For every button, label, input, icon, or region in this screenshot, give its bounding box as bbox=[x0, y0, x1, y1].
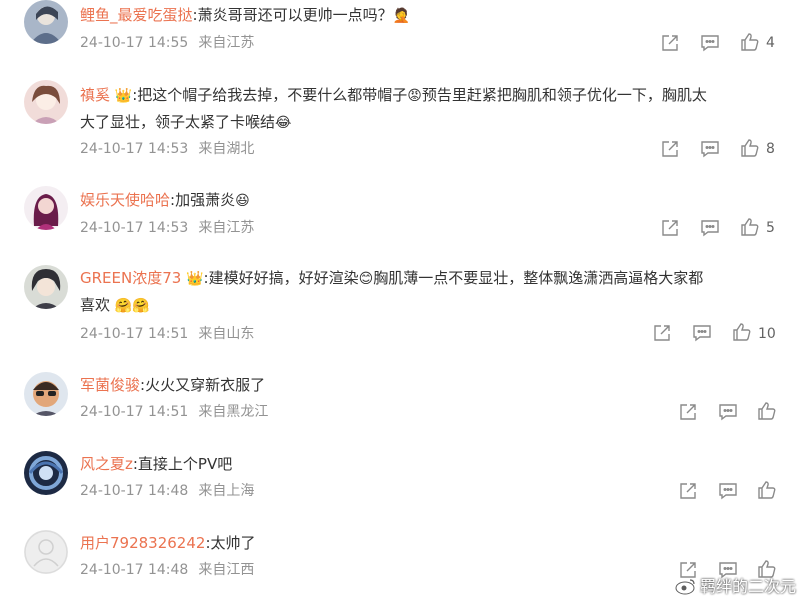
comment-text: :火火又穿新衣服了 bbox=[140, 376, 266, 394]
location: 来自江苏 bbox=[198, 35, 255, 51]
like-icon[interactable] bbox=[757, 480, 777, 500]
like-count: 5 bbox=[766, 220, 775, 236]
hug-emoji-icon: 🤗 bbox=[114, 298, 133, 314]
timestamp: 24-10-17 14:55 bbox=[80, 35, 189, 51]
laugh-cry-emoji-icon: 😂 bbox=[275, 115, 292, 131]
comment-meta: 24-10-17 14:55 来自江苏 bbox=[80, 33, 254, 53]
comment-icon[interactable] bbox=[692, 323, 712, 343]
crown-badge-icon: 👑 bbox=[114, 88, 133, 104]
comment-text: :把这个帽子给我去掉，不要什么都带帽子 bbox=[132, 86, 408, 104]
like-count: 8 bbox=[766, 141, 775, 157]
avatar[interactable] bbox=[24, 186, 68, 230]
comment-meta: 24-10-17 14:48 来自上海 bbox=[80, 481, 254, 501]
weibo-logo-icon bbox=[675, 577, 697, 595]
share-icon[interactable] bbox=[660, 218, 680, 238]
share-icon[interactable] bbox=[678, 402, 698, 422]
comment-item: 禛奚 👑:把这个帽子给我去掉，不要什么都带帽子😡预告里赶紧把胸肌和领子优化一下，… bbox=[0, 78, 804, 168]
avatar[interactable] bbox=[24, 0, 68, 44]
comment-text: 预告里赶紧把胸肌和领子优化一下，胸肌太 bbox=[421, 86, 707, 104]
like-icon[interactable] bbox=[757, 401, 777, 421]
location: 来自江西 bbox=[198, 562, 255, 578]
comment-text: :加强萧炎 bbox=[170, 191, 236, 209]
location: 来自黑龙江 bbox=[198, 404, 269, 420]
location: 来自山东 bbox=[198, 326, 255, 342]
comment-text: 大了显壮，领子太紧了卡喉结 bbox=[80, 113, 276, 131]
username[interactable]: 娱乐天使哈哈 bbox=[80, 191, 170, 209]
comment-icon[interactable] bbox=[718, 402, 738, 422]
comment-text: :太帅了 bbox=[205, 534, 256, 552]
username[interactable]: GREEN浓度73 bbox=[80, 269, 181, 287]
laugh-emoji-icon: 😆 bbox=[235, 193, 250, 209]
like-icon[interactable] bbox=[740, 217, 760, 237]
avatar[interactable] bbox=[24, 80, 68, 124]
timestamp: 24-10-17 14:48 bbox=[80, 562, 189, 578]
share-icon[interactable] bbox=[660, 139, 680, 159]
timestamp: 24-10-17 14:51 bbox=[80, 404, 189, 420]
hug-emoji-icon: 🤗 bbox=[132, 298, 150, 314]
comment-item: 军菌俊骏:火火又穿新衣服了 24-10-17 14:51 来自黑龙江 bbox=[0, 372, 804, 432]
username[interactable]: 风之夏z bbox=[80, 455, 133, 473]
avatar[interactable] bbox=[24, 265, 68, 309]
avatar[interactable] bbox=[24, 530, 68, 574]
comment-meta: 24-10-17 14:48 来自江西 bbox=[80, 560, 254, 580]
comment-meta: 24-10-17 14:51 来自山东 bbox=[80, 324, 254, 344]
comment-text: :建模好好搞，好好渲染 bbox=[203, 269, 359, 287]
share-icon[interactable] bbox=[678, 481, 698, 501]
username[interactable]: 禛奚 bbox=[80, 86, 110, 104]
comment-icon[interactable] bbox=[700, 33, 720, 53]
timestamp: 24-10-17 14:48 bbox=[80, 483, 189, 499]
timestamp: 24-10-17 14:51 bbox=[80, 326, 189, 342]
comment-text: 胸肌薄一点不要显壮，整体飘逸潇洒高逼格大家都 bbox=[373, 269, 704, 287]
comment-text: :萧炎哥哥还可以更帅一点吗？ bbox=[192, 6, 393, 24]
comment-meta: 24-10-17 14:53 来自江苏 bbox=[80, 218, 254, 238]
like-icon[interactable] bbox=[732, 322, 752, 342]
comment-icon[interactable] bbox=[700, 218, 720, 238]
smile-emoji-icon: 😊 bbox=[358, 271, 374, 287]
username[interactable]: 鲤鱼_最爱吃蛋挞 bbox=[80, 6, 193, 24]
watermark: 羁绊的二次元 bbox=[675, 573, 796, 597]
like-icon[interactable] bbox=[740, 138, 760, 158]
comment-item: 娱乐天使哈哈:加强萧炎😆 24-10-17 14:53 来自江苏 5 bbox=[0, 186, 804, 250]
username[interactable]: 用户7928326242 bbox=[80, 534, 205, 552]
comment-icon[interactable] bbox=[718, 481, 738, 501]
share-icon[interactable] bbox=[660, 33, 680, 53]
avatar[interactable] bbox=[24, 372, 68, 416]
comment-item: GREEN浓度73 👑:建模好好搞，好好渲染😊胸肌薄一点不要显壮，整体飘逸潇洒高… bbox=[0, 263, 804, 353]
comment-text: :直接上个PV吧 bbox=[132, 455, 233, 473]
username[interactable]: 军菌俊骏 bbox=[80, 376, 140, 394]
comment-item: 风之夏z:直接上个PV吧 24-10-17 14:48 来自上海 bbox=[0, 451, 804, 511]
comment-icon[interactable] bbox=[700, 139, 720, 159]
like-count: 4 bbox=[766, 35, 775, 51]
timestamp: 24-10-17 14:53 bbox=[80, 220, 189, 236]
watermark-text: 羁绊的二次元 bbox=[699, 577, 796, 596]
share-icon[interactable] bbox=[652, 323, 672, 343]
avatar[interactable] bbox=[24, 451, 68, 495]
angry-emoji-icon: 😡 bbox=[407, 88, 422, 104]
crown-badge-icon: 👑 bbox=[186, 271, 204, 287]
location: 来自江苏 bbox=[198, 220, 255, 236]
comment-meta: 24-10-17 14:51 来自黑龙江 bbox=[80, 402, 268, 422]
emoji-icon: 🤦 bbox=[392, 8, 411, 24]
like-count: 10 bbox=[758, 326, 776, 342]
comment-item: 鲤鱼_最爱吃蛋挞:萧炎哥哥还可以更帅一点吗？🤦 24-10-17 14:55 来自… bbox=[0, 0, 804, 70]
comment-meta: 24-10-17 14:53 来自湖北 bbox=[80, 139, 254, 159]
timestamp: 24-10-17 14:53 bbox=[80, 141, 189, 157]
location: 来自上海 bbox=[198, 483, 255, 499]
location: 来自湖北 bbox=[198, 141, 255, 157]
comment-text: 喜欢 bbox=[80, 296, 111, 314]
like-icon[interactable] bbox=[740, 32, 760, 52]
